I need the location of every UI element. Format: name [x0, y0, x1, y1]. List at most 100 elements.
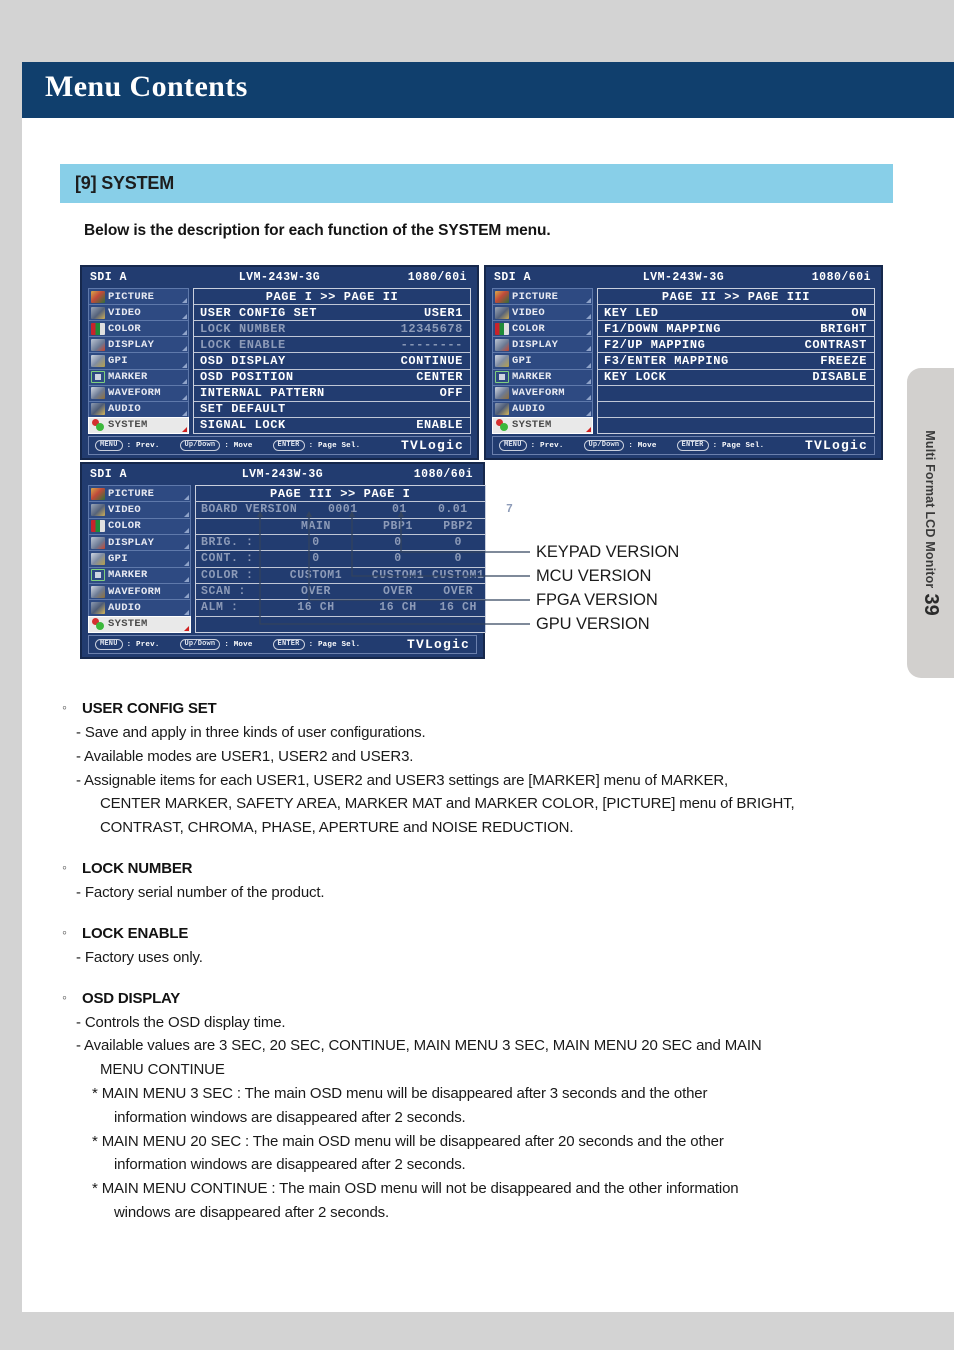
corner-arrow-icon: [586, 298, 591, 304]
keypad-version-value: 0001: [328, 503, 358, 517]
osd-menu-item-marker[interactable]: MARKER: [88, 368, 189, 385]
osd-setting-row[interactable]: OSD POSITION CENTER: [194, 369, 470, 386]
camcorder-icon: [91, 503, 105, 516]
osd-menu-item-gpi[interactable]: GPI: [88, 352, 189, 369]
side-tab-label: Multi Format LCD Monitor: [923, 430, 938, 589]
osd-menu-item-video[interactable]: VIDEO: [88, 304, 189, 321]
osd-setting-value: CENTER: [416, 370, 463, 385]
osd-setting-row[interactable]: [598, 401, 874, 418]
description-heading: USER CONFIG SET: [60, 699, 900, 717]
osd-hint-text: : Prev.: [126, 640, 160, 649]
osd-menu-item-system[interactable]: SYSTEM: [492, 416, 593, 434]
status-value-pbp2: 16 CH: [439, 601, 478, 615]
osd-menu-item-display[interactable]: DISPLAY: [88, 533, 191, 551]
osd-menu-item-display[interactable]: DISPLAY: [492, 336, 593, 353]
osd-setting-row[interactable]: SET DEFAULT: [194, 401, 470, 418]
osd-setting-row[interactable]: F2/UP MAPPING CONTRAST: [598, 337, 874, 354]
system-icon: [91, 618, 105, 631]
page-title-bar: Menu Contents: [22, 62, 954, 118]
osd-menu-item-marker[interactable]: MARKER: [88, 566, 191, 583]
osd-menu-item-gpi[interactable]: GPI: [88, 550, 191, 567]
color-bars-icon: [495, 322, 509, 335]
osd-menu-item-picture[interactable]: PICTURE: [88, 485, 191, 502]
osd-setting-row[interactable]: [598, 385, 874, 402]
osd-footer-bar: MENU: Prev. Up/Down: Move ENTER: Page Sel.…: [88, 635, 477, 654]
osd-hint-text: : Page Sel.: [712, 441, 765, 450]
corner-arrow-icon: [182, 330, 187, 336]
osd-menu-item-waveform[interactable]: WAVEFORM: [88, 384, 189, 401]
description-line: - Available values are 3 SEC, 20 SEC, CO…: [76, 1037, 762, 1055]
osd-setting-row[interactable]: USER CONFIG SET USER1: [194, 305, 470, 322]
description-line: information windows are disappeared afte…: [114, 1108, 466, 1126]
corner-arrow-icon: [586, 362, 591, 368]
osd-menu-item-color[interactable]: COLOR: [492, 320, 593, 337]
osd-setting-value: --------: [400, 337, 463, 352]
osd-setting-row[interactable]: F1/DOWN MAPPING BRIGHT: [598, 321, 874, 338]
status-row-label: COLOR :: [201, 568, 254, 582]
osd-menu-item-system[interactable]: SYSTEM: [88, 416, 189, 434]
corner-arrow-icon: [184, 511, 189, 517]
section-heading-bar: [9] SYSTEM: [60, 164, 893, 203]
osd-menu-item-waveform[interactable]: WAVEFORM: [492, 384, 593, 401]
osd-menu-item-marker[interactable]: MARKER: [492, 368, 593, 385]
osd-setting-value: 12345678: [400, 321, 463, 336]
osd-setting-label: SIGNAL LOCK: [200, 418, 286, 433]
page-edge-top: [0, 0, 954, 62]
osd-setting-value: FREEZE: [820, 353, 867, 368]
osd-menu-item-system[interactable]: SYSTEM: [88, 615, 191, 633]
osd-menu-item-audio[interactable]: AUDIO: [88, 400, 189, 417]
osd-hint-key: Up/Down: [179, 440, 221, 451]
osd-setting-row[interactable]: KEY LED ON: [598, 305, 874, 322]
osd-page-title-row: PAGE II >> PAGE III: [598, 289, 874, 306]
status-value-pbp1: CUSTOM1: [371, 568, 425, 582]
corner-arrow-icon: [184, 593, 189, 599]
osd-hint-key: ENTER: [272, 639, 305, 650]
osd-setting-row[interactable]: SIGNAL LOCK ENABLE: [194, 417, 470, 433]
osd-menu-item-label: AUDIO: [108, 601, 142, 614]
osd-setting-label: F2/UP MAPPING: [604, 337, 706, 352]
column-header-main: MAIN: [300, 519, 331, 533]
osd-menu-item-gpi[interactable]: GPI: [492, 352, 593, 369]
osd-setting-label: OSD POSITION: [200, 370, 294, 385]
osd-menu-item-picture[interactable]: PICTURE: [88, 288, 189, 305]
status-value-main: 0: [312, 536, 320, 550]
osd-setting-row[interactable]: LOCK NUMBER 12345678: [194, 321, 470, 338]
color-bars-icon: [91, 520, 105, 533]
osd-menu-item-label: GPI: [108, 354, 128, 367]
callout-label-keypad-version: KEYPAD VERSION: [536, 543, 680, 561]
osd-page-title: PAGE I >> PAGE II: [265, 289, 399, 304]
osd-menu-item-audio[interactable]: AUDIO: [492, 400, 593, 417]
osd-menu-item-picture[interactable]: PICTURE: [492, 288, 593, 305]
osd-setting-row[interactable]: [598, 417, 874, 433]
osd-hint-text: : Move: [224, 441, 253, 450]
callout-label-mcu-version: MCU VERSION: [536, 567, 652, 585]
description-line: * MAIN MENU CONTINUE : The main OSD menu…: [92, 1180, 739, 1198]
osd-setting-row[interactable]: LOCK ENABLE --------: [194, 337, 470, 354]
osd-menu-item-display[interactable]: DISPLAY: [88, 336, 189, 353]
osd-setting-row[interactable]: INTERNAL PATTERN OFF: [194, 385, 470, 402]
osd-setting-row[interactable]: KEY LOCK DISABLE: [598, 369, 874, 386]
osd-menu-item-video[interactable]: VIDEO: [492, 304, 593, 321]
marker-icon: [91, 569, 105, 582]
osd-hint-key: Up/Down: [583, 440, 625, 451]
gpu-version-value: 7: [506, 503, 514, 517]
osd-hint-text: : Page Sel.: [308, 640, 361, 649]
osd-status-row: CONT. : 0 0 0: [196, 551, 485, 568]
osd-setting-row[interactable]: F3/ENTER MAPPING FREEZE: [598, 353, 874, 370]
osd-menu-item-color[interactable]: COLOR: [88, 517, 191, 534]
description-heading: LOCK ENABLE: [60, 924, 900, 942]
osd-setting-label: INTERNAL PATTERN: [200, 386, 325, 401]
osd-key-hint: MENU: Prev.: [95, 440, 174, 451]
osd-menu-item-label: MARKER: [108, 569, 148, 582]
description-line: MENU CONTINUE: [100, 1061, 225, 1079]
osd-key-hint: ENTER: Page Sel.: [272, 440, 375, 451]
osd-menu-item-color[interactable]: COLOR: [88, 320, 189, 337]
osd-setting-row[interactable]: OSD DISPLAY CONTINUE: [194, 353, 470, 370]
corner-arrow-icon: [184, 527, 189, 533]
osd-menu-item-waveform[interactable]: WAVEFORM: [88, 582, 191, 600]
osd-menu-item-label: VIDEO: [512, 306, 546, 319]
osd-setting-label: F3/ENTER MAPPING: [604, 353, 729, 368]
description-line: - Assignable items for each USER1, USER2…: [76, 771, 729, 789]
osd-menu-item-video[interactable]: VIDEO: [88, 501, 191, 518]
osd-menu-item-audio[interactable]: AUDIO: [88, 599, 191, 616]
